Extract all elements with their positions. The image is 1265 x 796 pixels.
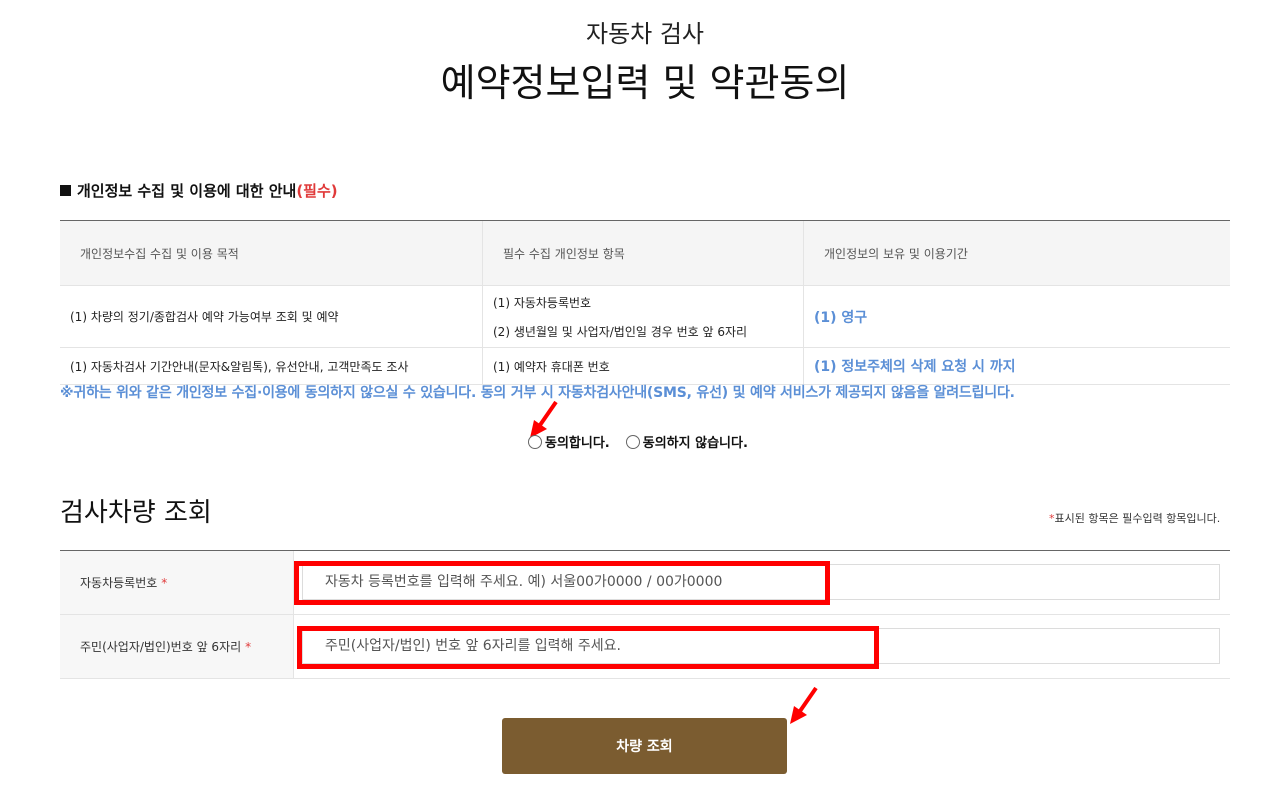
- privacy-section-title: 개인정보 수집 및 이용에 대한 안내(필수): [60, 180, 338, 201]
- required-note-text: 표시된 항목은 필수입력 항목입니다.: [1054, 512, 1221, 525]
- agree-label: 동의합니다.: [545, 436, 610, 451]
- purpose-cell: (1) 차량의 정기/종합검사 예약 가능여부 조회 및 예약: [60, 286, 483, 347]
- item-line: (1) 예약자 휴대폰 번호: [493, 359, 610, 374]
- field-label: 주민(사업자/법인)번호 앞 6자리 *: [60, 615, 294, 678]
- square-bullet-icon: [60, 185, 71, 196]
- table-header-row: 개인정보수집 수집 및 이용 목적 필수 수집 개인정보 항목 개인정보의 보유…: [60, 221, 1230, 286]
- field-container: [294, 615, 1230, 678]
- disagree-label: 동의하지 않습니다.: [642, 436, 748, 451]
- required-star: *: [245, 639, 252, 654]
- page-subtitle: 자동차 검사: [585, 20, 705, 48]
- vehicle-lookup-button[interactable]: 차량 조회: [502, 718, 787, 774]
- vehicle-lookup-form: 자동차등록번호* 주민(사업자/법인)번호 앞 6자리*: [60, 550, 1230, 679]
- required-star: *: [161, 575, 168, 590]
- lookup-title: 검사차량 조회: [60, 498, 212, 528]
- field-label-text: 주민(사업자/법인)번호 앞 6자리: [80, 640, 242, 654]
- field-label: 자동차등록번호 *: [60, 551, 294, 614]
- column-header: 개인정보수집 수집 및 이용 목적: [60, 221, 483, 285]
- period-cell: (1) 영구: [814, 309, 868, 326]
- table-row: (1) 차량의 정기/종합검사 예약 가능여부 조회 및 예약 (1) 자동차등…: [60, 286, 1230, 348]
- form-row: 자동차등록번호 *: [60, 551, 1230, 615]
- radio-icon[interactable]: [625, 434, 640, 449]
- red-arrow-icon: [790, 686, 818, 724]
- items-cell: (1) 예약자 휴대폰 번호: [483, 348, 804, 384]
- agree-options: 동의합니다. 동의하지 않습니다.: [528, 432, 748, 451]
- required-tag: (필수): [296, 182, 338, 200]
- required-note: *표시된 항목은 필수입력 항목입니다.: [1049, 510, 1220, 526]
- vehicle-number-input[interactable]: [302, 564, 1220, 600]
- item-line: (1) 자동차등록번호: [493, 295, 592, 310]
- page-title: 예약정보입력 및 약관동의: [440, 61, 850, 105]
- id-number-input[interactable]: [302, 628, 1220, 664]
- privacy-info-table: 개인정보수집 수집 및 이용 목적 필수 수집 개인정보 항목 개인정보의 보유…: [60, 220, 1230, 385]
- field-label-text: 자동차등록번호: [80, 576, 158, 590]
- radio-icon[interactable]: [528, 434, 542, 449]
- period-cell: (1) 정보주체의 삭제 요청 시 까지: [814, 359, 1016, 375]
- items-cell: (1) 자동차등록번호 (2) 생년월일 및 사업자/법인일 경우 번호 앞 6…: [483, 286, 804, 347]
- form-row: 주민(사업자/법인)번호 앞 6자리 *: [60, 615, 1230, 679]
- column-header: 필수 수집 개인정보 항목: [483, 221, 804, 285]
- purpose-cell: (1) 자동차검사 기간안내(문자&알림톡), 유선안내, 고객만족도 조사: [60, 348, 483, 384]
- field-container: [294, 551, 1230, 614]
- column-header: 개인정보의 보유 및 이용기간: [804, 221, 1230, 285]
- agree-radio-option[interactable]: 동의합니다.: [528, 432, 610, 451]
- item-line: (2) 생년월일 및 사업자/법인일 경우 번호 앞 6자리: [493, 324, 748, 339]
- privacy-section-label: 개인정보 수집 및 이용에 대한 안내: [77, 182, 297, 200]
- table-row: (1) 자동차검사 기간안내(문자&알림톡), 유선안내, 고객만족도 조사 (…: [60, 348, 1230, 385]
- disagree-radio-option[interactable]: 동의하지 않습니다.: [625, 432, 748, 451]
